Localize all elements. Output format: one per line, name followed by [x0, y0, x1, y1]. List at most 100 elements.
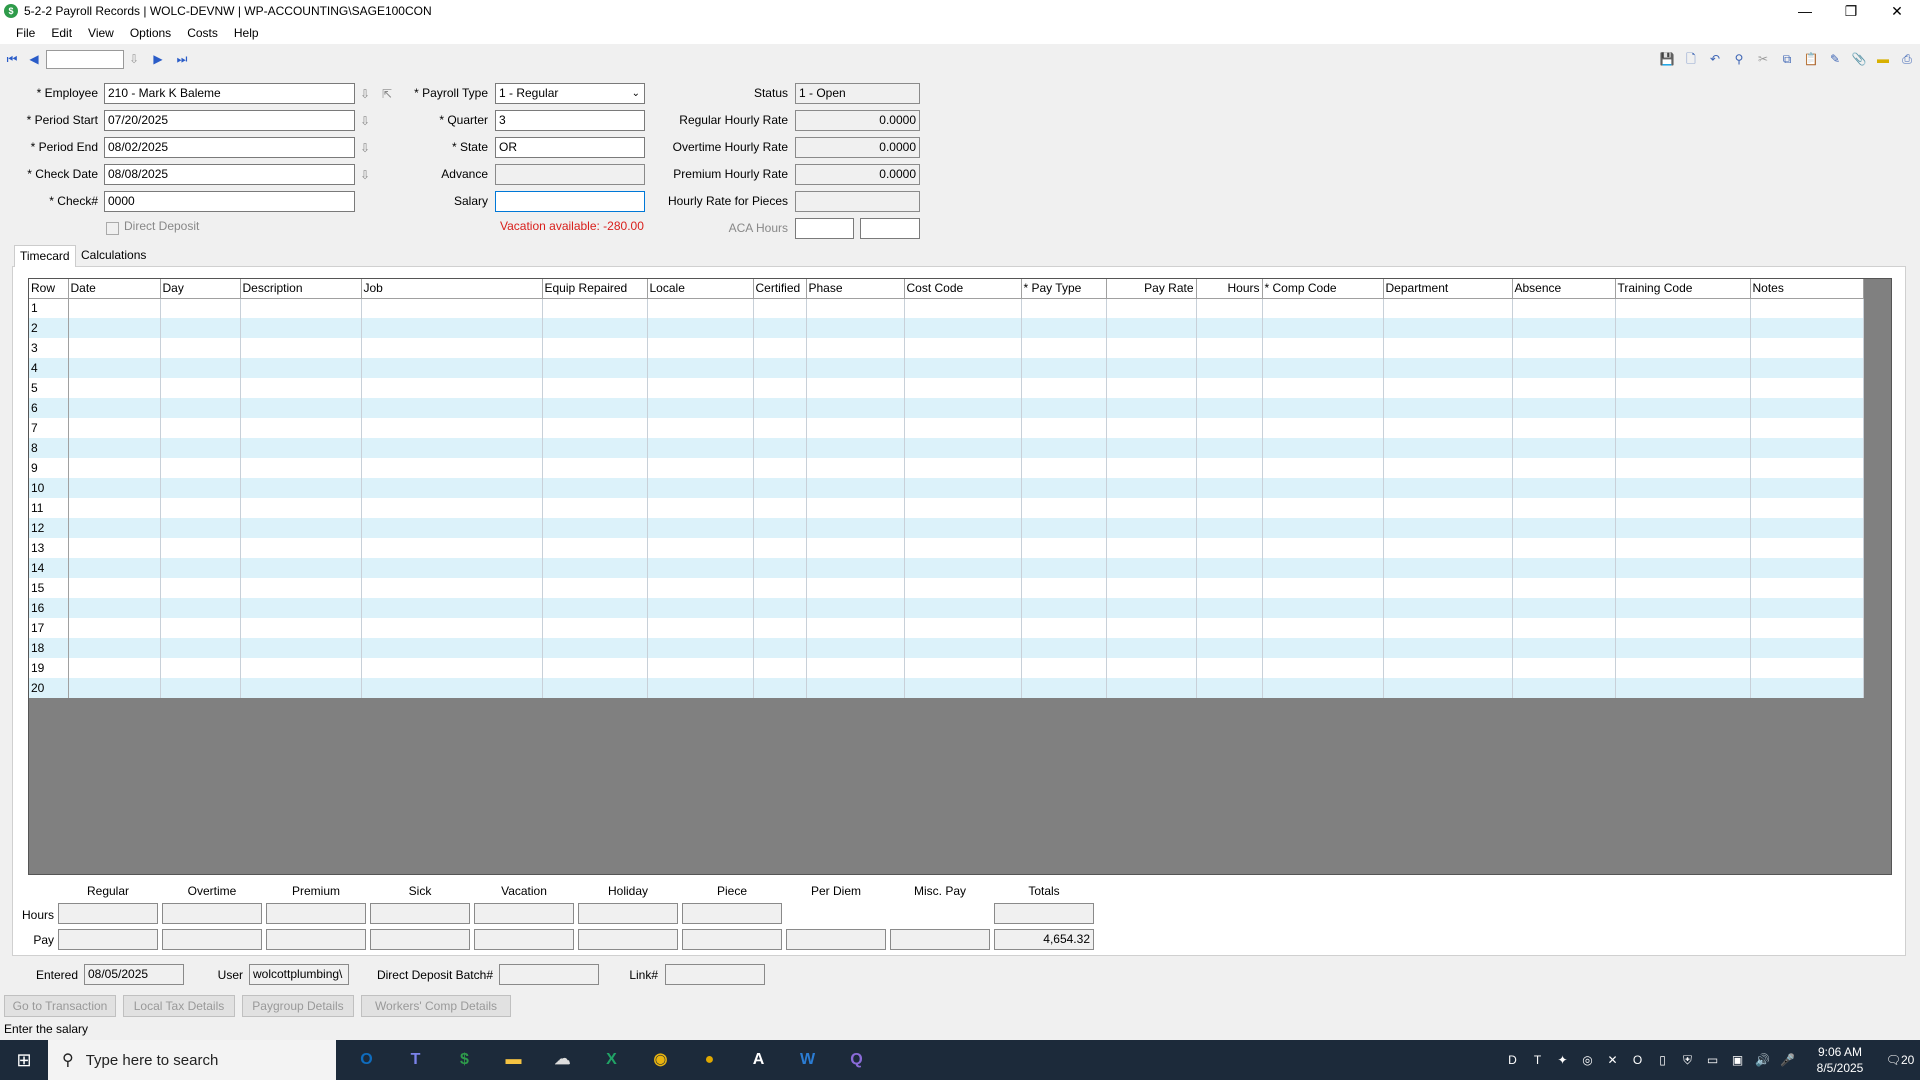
grid-cell[interactable]: [1106, 558, 1197, 578]
grid-cell[interactable]: [160, 298, 241, 318]
grid-cell[interactable]: [240, 458, 362, 478]
grid-cell[interactable]: [1196, 378, 1263, 398]
grid-cell[interactable]: [1512, 438, 1616, 458]
excel-icon[interactable]: X: [587, 1040, 636, 1080]
grid-cell[interactable]: [806, 458, 905, 478]
grid-cell[interactable]: [361, 578, 543, 598]
grid-cell[interactable]: [361, 638, 543, 658]
grid-cell[interactable]: [1106, 658, 1197, 678]
grid-cell[interactable]: [542, 658, 648, 678]
grid-cell[interactable]: [542, 318, 648, 338]
windows-start-icon[interactable]: ⊞: [0, 1040, 48, 1080]
grid-column-header[interactable]: Date: [68, 279, 161, 299]
grid-cell[interactable]: [1196, 438, 1263, 458]
table-row[interactable]: 15: [29, 578, 1864, 598]
grid-cell[interactable]: [1512, 598, 1616, 618]
grid-cell[interactable]: [240, 638, 362, 658]
grid-cell[interactable]: [1021, 518, 1107, 538]
table-row[interactable]: 14: [29, 558, 1864, 578]
grid-cell[interactable]: [1615, 378, 1751, 398]
grid-cell[interactable]: [68, 658, 161, 678]
grid-column-header[interactable]: Notes: [1750, 279, 1864, 299]
tab-timecard[interactable]: Timecard: [14, 245, 76, 267]
grid-cell[interactable]: [68, 318, 161, 338]
grid-cell[interactable]: [160, 358, 241, 378]
grid-cell[interactable]: [542, 498, 648, 518]
grid-cell[interactable]: [806, 418, 905, 438]
grid-cell[interactable]: [1021, 658, 1107, 678]
grid-cell[interactable]: [1196, 458, 1263, 478]
grid-cell[interactable]: [68, 498, 161, 518]
grid-cell[interactable]: [361, 398, 543, 418]
tray-battery-icon[interactable]: ▭: [1700, 1053, 1725, 1067]
grid-cell[interactable]: [753, 338, 807, 358]
grid-cell[interactable]: [1106, 618, 1197, 638]
grid-cell[interactable]: [361, 438, 543, 458]
grid-cell[interactable]: [1262, 578, 1384, 598]
grid-cell[interactable]: [904, 638, 1022, 658]
grid-column-header[interactable]: Department: [1383, 279, 1513, 299]
chevron-down-icon[interactable]: ⌄: [632, 84, 640, 103]
grid-cell[interactable]: [361, 658, 543, 678]
grid-cell[interactable]: [1106, 538, 1197, 558]
grid-cell[interactable]: [647, 658, 754, 678]
grid-cell[interactable]: [68, 398, 161, 418]
grid-cell[interactable]: [1750, 678, 1864, 698]
acrobat-icon[interactable]: A: [734, 1040, 783, 1080]
app-circle-icon[interactable]: ●: [685, 1040, 734, 1080]
payroll-type-select[interactable]: 1 - Regular ⌄: [495, 83, 645, 104]
grid-cell[interactable]: [542, 398, 648, 418]
grid-column-header[interactable]: Phase: [806, 279, 905, 299]
grid-cell[interactable]: [806, 358, 905, 378]
grid-cell[interactable]: [240, 558, 362, 578]
grid-cell[interactable]: [806, 518, 905, 538]
grid-cell[interactable]: [68, 618, 161, 638]
grid-cell[interactable]: [68, 358, 161, 378]
grid-cell[interactable]: [68, 558, 161, 578]
grid-cell[interactable]: [1615, 338, 1751, 358]
table-row[interactable]: 16: [29, 598, 1864, 618]
go-to-transaction-button[interactable]: Go to Transaction: [4, 995, 116, 1017]
grid-cell[interactable]: [753, 398, 807, 418]
grid-cell[interactable]: [1750, 438, 1864, 458]
grid-cell[interactable]: [1750, 318, 1864, 338]
record-lookup-input[interactable]: [46, 50, 124, 69]
grid-cell[interactable]: [1383, 398, 1513, 418]
grid-cell[interactable]: [1512, 558, 1616, 578]
find-icon[interactable]: ⚲: [1730, 50, 1748, 68]
minimize-button[interactable]: —: [1782, 0, 1828, 22]
grid-cell[interactable]: [904, 458, 1022, 478]
aca-hours-field-1[interactable]: [795, 218, 854, 239]
grid-cell[interactable]: [1615, 518, 1751, 538]
grid-cell[interactable]: [542, 298, 648, 318]
grid-cell[interactable]: [1021, 538, 1107, 558]
restore-button[interactable]: ❐: [1828, 0, 1874, 22]
grid-cell[interactable]: [1021, 618, 1107, 638]
grid-cell[interactable]: [240, 598, 362, 618]
teams-icon[interactable]: T: [391, 1040, 440, 1080]
table-row[interactable]: 6: [29, 398, 1864, 418]
tray-network-icon[interactable]: ▣: [1725, 1053, 1750, 1067]
grid-cell[interactable]: [1383, 678, 1513, 698]
grid-cell[interactable]: [1512, 318, 1616, 338]
grid-cell[interactable]: [1106, 578, 1197, 598]
grid-cell[interactable]: [68, 298, 161, 318]
grid-cell[interactable]: [806, 638, 905, 658]
grid-cell[interactable]: [806, 438, 905, 458]
grid-cell[interactable]: [647, 378, 754, 398]
grid-cell[interactable]: [806, 398, 905, 418]
grid-cell[interactable]: [904, 438, 1022, 458]
grid-cell[interactable]: [542, 418, 648, 438]
grid-cell[interactable]: [68, 438, 161, 458]
grid-cell[interactable]: [542, 618, 648, 638]
save-icon[interactable]: 💾: [1658, 50, 1676, 68]
grid-cell[interactable]: [1262, 478, 1384, 498]
grid-cell[interactable]: [361, 358, 543, 378]
grid-cell[interactable]: [904, 478, 1022, 498]
grid-cell[interactable]: [753, 578, 807, 598]
last-record-icon[interactable]: ⏭: [174, 51, 190, 67]
grid-cell[interactable]: [1512, 618, 1616, 638]
grid-cell[interactable]: [361, 618, 543, 638]
grid-cell[interactable]: [1021, 378, 1107, 398]
grid-cell[interactable]: [240, 358, 362, 378]
